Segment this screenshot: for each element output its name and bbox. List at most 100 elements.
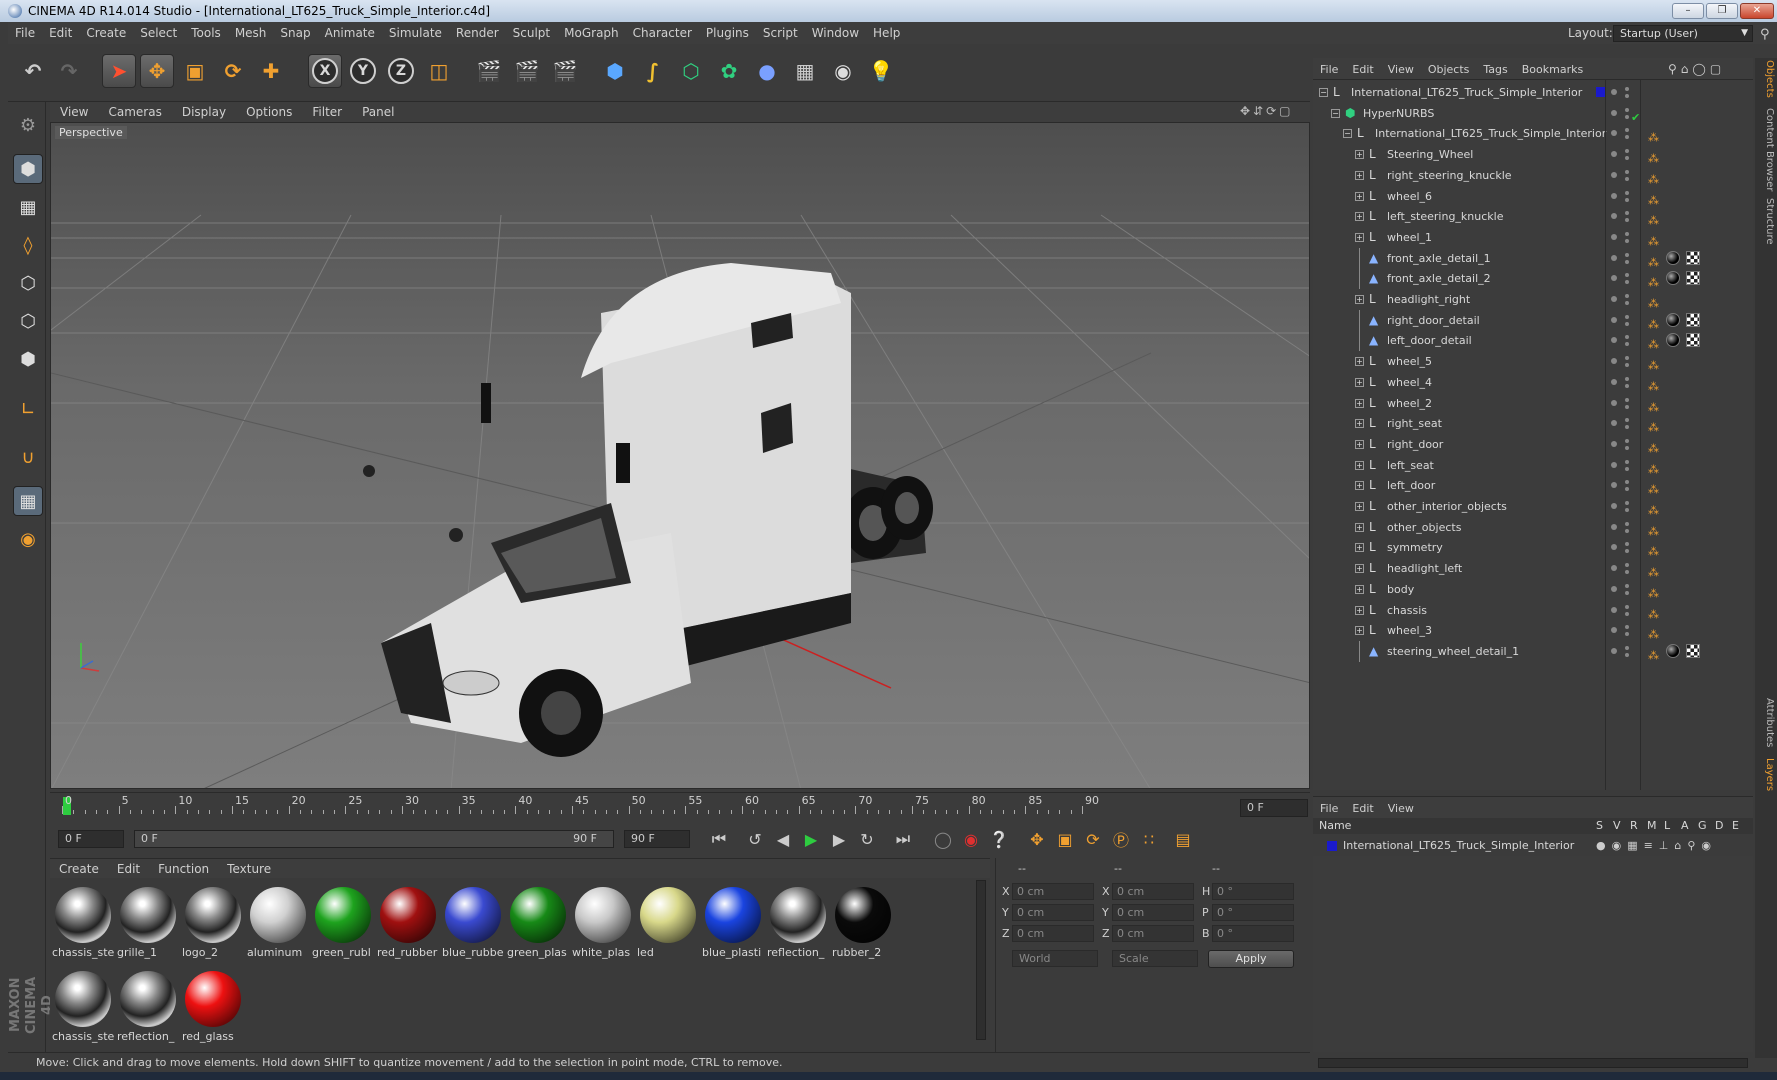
viewport-menu-options[interactable]: Options — [236, 102, 302, 122]
material-swatch[interactable]: reflection_ — [767, 884, 829, 961]
editor-visibility-dot[interactable] — [1625, 211, 1629, 216]
render-visibility-dot[interactable] — [1625, 487, 1629, 492]
editor-visibility-dot[interactable] — [1625, 397, 1629, 402]
layer-column-e[interactable]: E — [1732, 818, 1749, 834]
previous-key-icon[interactable]: ↺ — [742, 826, 768, 852]
coordinate-system-icon[interactable]: ◫ — [422, 54, 456, 88]
layer-dot[interactable] — [1611, 337, 1617, 344]
minimize-button[interactable]: – — [1672, 3, 1704, 19]
light-icon[interactable]: 💡 — [864, 54, 898, 88]
expand-toggle-icon[interactable]: + — [1355, 419, 1364, 429]
material-tag-icon[interactable] — [1666, 250, 1680, 265]
material-swatch[interactable]: aluminum — [247, 884, 309, 961]
render-visibility-dot[interactable] — [1625, 94, 1629, 98]
layer-dot[interactable] — [1611, 296, 1617, 302]
layer-column-l[interactable]: L — [1664, 818, 1681, 834]
expand-toggle-icon[interactable]: + — [1355, 377, 1364, 387]
object-row[interactable]: + Lheadlight_left ⁂ — [1313, 558, 1753, 579]
expand-toggle-icon[interactable]: + — [1355, 170, 1364, 180]
object-menu-edit[interactable]: Edit — [1345, 59, 1380, 81]
editor-visibility-dot[interactable] — [1625, 625, 1629, 630]
layer-dot[interactable] — [1611, 544, 1617, 551]
layer-menu-edit[interactable]: Edit — [1345, 798, 1380, 820]
menu-script[interactable]: Script — [756, 22, 805, 44]
layer-column-a[interactable]: A — [1681, 818, 1698, 834]
editor-visibility-dot[interactable] — [1625, 335, 1629, 340]
render-visibility-dot[interactable] — [1625, 383, 1629, 388]
material-swatch[interactable]: logo_2 — [182, 884, 244, 961]
uvw-tag-icon[interactable] — [1686, 643, 1700, 658]
nurbs-icon[interactable]: ⬡ — [674, 54, 708, 88]
expand-toggle-icon[interactable]: + — [1355, 398, 1364, 408]
render-visibility-dot[interactable] — [1625, 508, 1629, 512]
material-swatch[interactable]: grille_1 — [117, 884, 179, 961]
expand-toggle-icon[interactable]: + — [1355, 626, 1364, 636]
move-tool-icon[interactable]: ✥ — [140, 54, 174, 88]
object-row[interactable]: − L International_LT625_Truck_Simple_Inter… — [1313, 123, 1753, 144]
dock-tab-layers[interactable]: Layers — [1757, 758, 1775, 791]
rot-h-field[interactable]: 0 ° — [1212, 883, 1294, 900]
viewport-menu-filter[interactable]: Filter — [302, 102, 352, 122]
menu-window[interactable]: Window — [805, 22, 866, 44]
material-menu-create[interactable]: Create — [50, 859, 108, 879]
material-tag-icon[interactable] — [1666, 271, 1680, 286]
render-visibility-dot[interactable] — [1625, 259, 1629, 264]
redo-icon[interactable]: ↷ — [52, 54, 86, 88]
material-menu-function[interactable]: Function — [149, 859, 218, 879]
layer-color-swatch[interactable] — [1327, 841, 1337, 851]
size-x-field[interactable]: 0 cm — [1112, 883, 1194, 900]
dock-tab-content-browser[interactable]: Content Browser — [1757, 108, 1775, 191]
phong-tag-icon[interactable]: ⁂ — [1648, 645, 1659, 666]
array-icon[interactable]: ✿ — [712, 54, 746, 88]
menu-plugins[interactable]: Plugins — [699, 22, 756, 44]
timeline-window-icon[interactable]: ▤ — [1170, 826, 1196, 852]
key-scale-icon[interactable]: ▣ — [1052, 826, 1078, 852]
layer-menu-view[interactable]: View — [1381, 798, 1421, 820]
object-row[interactable]: ▲ steering_wheel_detail_1 ⁂ — [1313, 640, 1753, 662]
play-icon[interactable]: ▶ — [798, 826, 824, 852]
points-mode-icon[interactable]: ⬡ — [13, 268, 43, 298]
layer-toggle-icons[interactable]: ●◉▦≡⊥⌂⚲◉ — [1596, 836, 1717, 856]
render-visibility-dot[interactable] — [1625, 363, 1629, 368]
menu-simulate[interactable]: Simulate — [382, 22, 449, 44]
object-row[interactable]: ▲ front_axle_detail_2 ⁂ — [1313, 268, 1753, 290]
start-frame-field[interactable]: 0 F — [58, 830, 124, 848]
layer-dot[interactable] — [1611, 130, 1617, 137]
model-mode-icon[interactable]: ⬢ — [13, 154, 43, 184]
layer-column-m[interactable]: M — [1647, 818, 1664, 834]
layer-dot[interactable] — [1611, 565, 1617, 572]
layer-column-g[interactable]: G — [1698, 818, 1715, 834]
material-menu-edit[interactable]: Edit — [108, 859, 149, 879]
pos-y-field[interactable]: 0 cm — [1012, 904, 1094, 921]
pos-x-field[interactable]: 0 cm — [1012, 883, 1094, 900]
material-tag-icon[interactable] — [1666, 312, 1680, 327]
viewport-menu-display[interactable]: Display — [172, 102, 236, 122]
editor-visibility-dot[interactable] — [1625, 190, 1629, 195]
end-frame-field[interactable]: 90 F — [624, 830, 690, 848]
editor-visibility-dot[interactable] — [1625, 501, 1629, 505]
editor-visibility-dot[interactable] — [1625, 438, 1629, 443]
object-row[interactable]: + Lwheel_6 ⁂ — [1313, 186, 1753, 207]
material-swatch[interactable]: rubber_2 — [832, 884, 894, 961]
render-visibility-dot[interactable] — [1625, 197, 1629, 202]
next-key-icon[interactable]: ↻ — [854, 826, 880, 852]
material-swatch[interactable]: chassis_ste — [52, 884, 114, 961]
expand-toggle-icon[interactable]: + — [1355, 295, 1364, 304]
floor-icon[interactable]: ▦ — [788, 54, 822, 88]
layer-dot[interactable] — [1611, 585, 1617, 592]
menu-help[interactable]: Help — [866, 22, 907, 44]
deformer-icon[interactable]: ● — [750, 54, 784, 88]
menu-mesh[interactable]: Mesh — [228, 22, 274, 44]
layer-dot[interactable] — [1611, 213, 1617, 220]
layer-dot[interactable] — [1611, 192, 1617, 199]
material-swatch[interactable]: red_rubber — [377, 884, 439, 961]
object-row[interactable]: ▲ left_door_detail ⁂ — [1313, 330, 1753, 352]
add-tool-icon[interactable]: ✚ — [254, 54, 288, 88]
render-visibility-dot[interactable] — [1625, 652, 1629, 657]
layer-dot[interactable] — [1611, 275, 1617, 282]
render-picture-viewer-icon[interactable]: 🎬 — [510, 54, 544, 88]
material-swatch[interactable]: blue_rubbe — [442, 884, 504, 961]
current-frame-field[interactable]: 0 F — [1240, 799, 1308, 817]
material-swatch[interactable]: red_glass — [182, 968, 244, 1045]
menu-file[interactable]: File — [8, 22, 42, 44]
